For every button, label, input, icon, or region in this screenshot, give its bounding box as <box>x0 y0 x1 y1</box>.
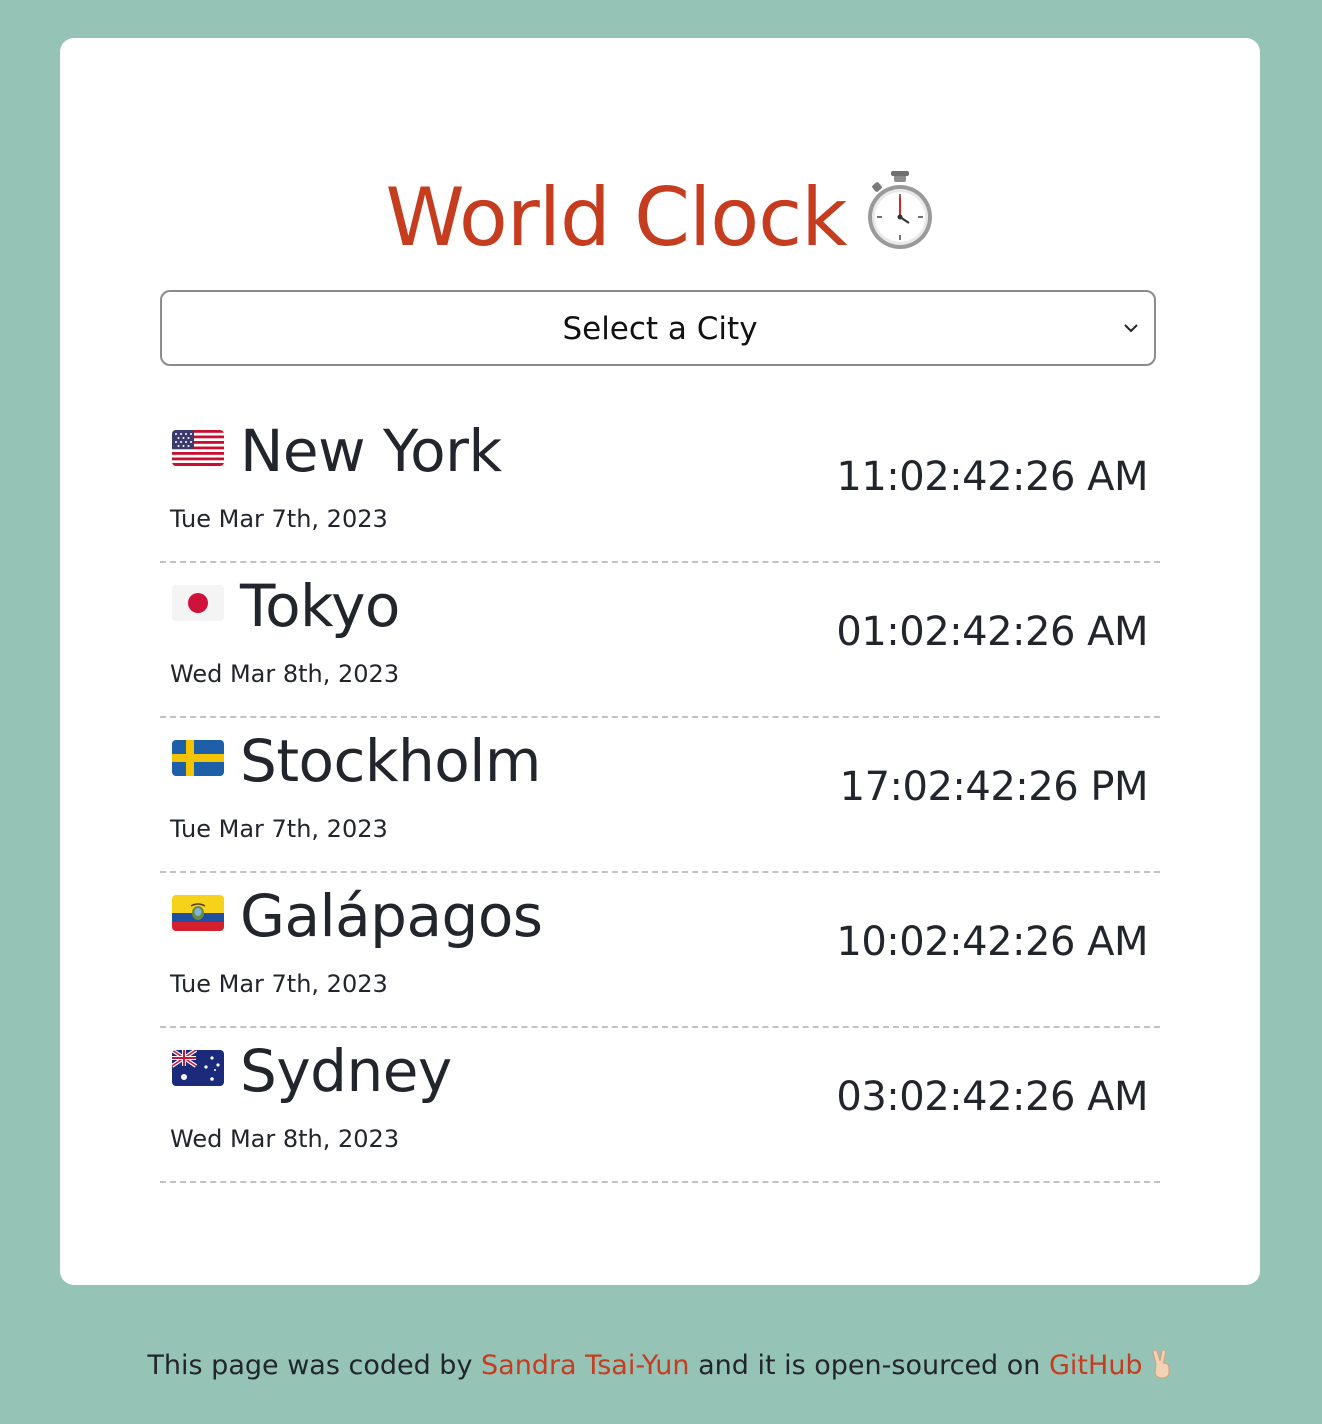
city-name: Sydney <box>240 1037 452 1105</box>
peace-hand-icon <box>1149 1349 1175 1379</box>
city-name: Tokyo <box>240 572 400 640</box>
city-date: Tue Mar 7th, 2023 <box>170 970 388 998</box>
footer: This page was coded by Sandra Tsai-Yun a… <box>0 1344 1322 1388</box>
city-row-tokyo: Tokyo Wed Mar 8th, 2023 01:02:42:26 AM <box>160 563 1160 718</box>
city-time: 17:02:42:26 PM <box>839 764 1149 810</box>
us-flag-icon <box>172 430 224 466</box>
page-title: World Clock <box>60 168 1260 268</box>
city-row-sydney: Sydney Wed Mar 8th, 2023 03:02:42:26 AM <box>160 1028 1160 1183</box>
city-date: Tue Mar 7th, 2023 <box>170 815 388 843</box>
city-time: 11:02:42:26 AM <box>836 454 1148 500</box>
github-link[interactable]: GitHub <box>1049 1350 1143 1381</box>
author-link[interactable]: Sandra Tsai-Yun <box>481 1350 689 1381</box>
city-date: Wed Mar 8th, 2023 <box>170 1125 400 1153</box>
city-row-galapagos: Galápagos Tue Mar 7th, 2023 10:02:42:26 … <box>160 873 1160 1028</box>
city-date: Wed Mar 8th, 2023 <box>170 660 400 688</box>
chevron-down-icon[interactable] <box>1122 320 1140 334</box>
ecuador-flag-icon <box>172 895 224 931</box>
city-select-value: Select a City <box>562 311 758 347</box>
australia-flag-icon <box>172 1050 224 1086</box>
world-clock-card: World Clock Select a City New York Tue M… <box>60 38 1260 1285</box>
city-date: Tue Mar 7th, 2023 <box>170 505 388 533</box>
footer-text-middle: and it is open-sourced on <box>689 1350 1049 1381</box>
city-time: 10:02:42:26 AM <box>836 919 1148 965</box>
city-row-new-york: New York Tue Mar 7th, 2023 11:02:42:26 A… <box>160 408 1160 563</box>
city-time: 01:02:42:26 AM <box>836 609 1148 655</box>
city-name: New York <box>240 417 502 485</box>
stopwatch-icon <box>865 171 935 251</box>
city-time: 03:02:42:26 AM <box>836 1074 1148 1120</box>
city-name: Stockholm <box>240 727 541 795</box>
city-select[interactable]: Select a City <box>160 290 1156 366</box>
sweden-flag-icon <box>172 740 224 776</box>
city-name: Galápagos <box>240 882 543 950</box>
japan-flag-icon <box>172 585 224 621</box>
footer-text-before: This page was coded by <box>147 1350 482 1381</box>
city-row-stockholm: Stockholm Tue Mar 7th, 2023 17:02:42:26 … <box>160 718 1160 873</box>
page-title-text: World Clock <box>385 171 847 264</box>
